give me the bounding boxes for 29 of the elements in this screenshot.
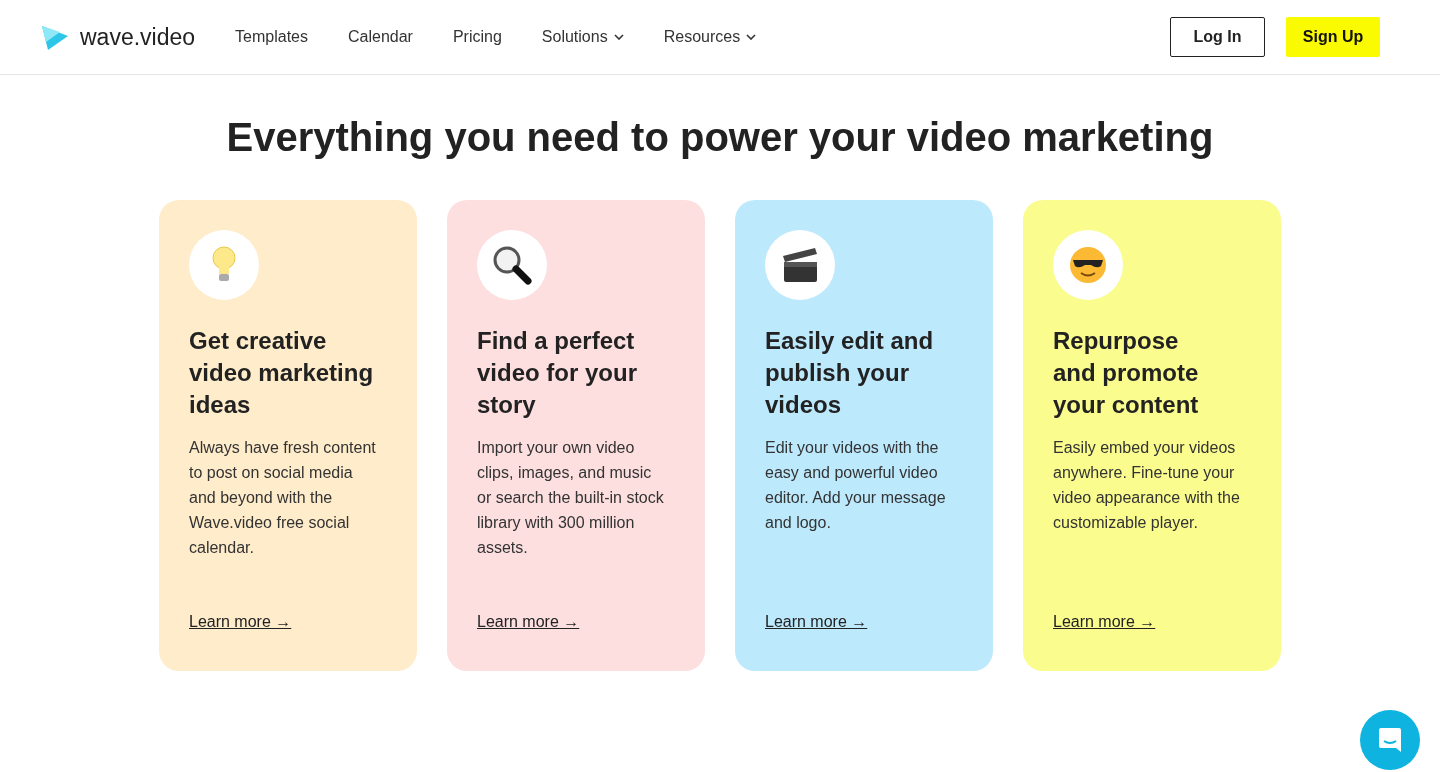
magnifier-icon xyxy=(492,245,532,285)
card-description: Import your own video clips, images, and music or search the built-in stock library with 300 million assets. xyxy=(477,438,665,558)
lightbulb-icon xyxy=(211,246,237,284)
nav-link[interactable]: Calendar xyxy=(348,28,413,46)
login-button[interactable]: Log In xyxy=(1170,17,1265,57)
card-description: Edit your videos with the easy and powerful video editor. Add your message and logo. xyxy=(765,438,947,533)
nav-link[interactable]: Pricing xyxy=(452,28,502,46)
learn-more-link[interactable]: Learn more → xyxy=(189,613,292,631)
clapperboard-icon xyxy=(780,246,820,284)
signup-button[interactable]: Sign Up xyxy=(1286,17,1380,57)
card-description: Easily embed your videos anywhere. Fine-tune your video appearance with the customizable player. xyxy=(1053,438,1241,533)
chevron-down-icon xyxy=(613,34,624,40)
section-heading: Everything you need to power your video marketing xyxy=(225,115,1215,160)
card-title: Easily edit and publish your videos xyxy=(765,326,935,420)
sunglasses-face-icon xyxy=(1069,246,1107,284)
card-description: Always have fresh content to post on social media and beyond with the Wave.video free social calendar. xyxy=(189,438,377,558)
card-title: Get creative video marketing ideas xyxy=(189,326,375,420)
chevron-down-icon xyxy=(746,34,757,40)
chat-icon xyxy=(1377,726,1403,754)
card-title: Repurpose and promote your content xyxy=(1053,326,1200,420)
logo-text[interactable]: wave.video xyxy=(80,23,196,51)
learn-more-link[interactable]: Learn more → xyxy=(477,613,580,631)
learn-more-link[interactable]: Learn more → xyxy=(1053,613,1156,631)
nav-link[interactable]: Templates xyxy=(235,28,308,46)
learn-more-link[interactable]: Learn more → xyxy=(765,613,868,631)
card-title: Find a perfect video for your story xyxy=(477,326,639,420)
nav-link[interactable]: Resources xyxy=(663,28,757,46)
chat-button[interactable] xyxy=(1360,710,1420,770)
nav-link[interactable]: Solutions xyxy=(541,28,624,46)
